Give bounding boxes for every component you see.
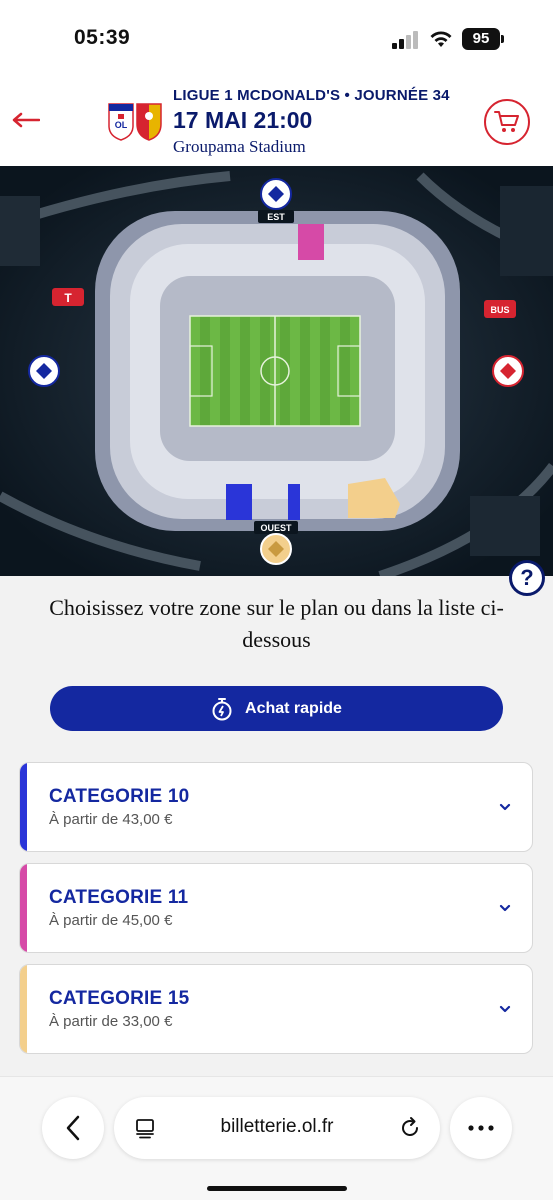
battery-tip [501,35,504,43]
category-card-10[interactable]: CATEGORIE 10 À partir de 43,00 € [19,762,533,852]
cart-icon [494,111,519,132]
cellular-signal-icon [392,31,418,49]
reload-icon[interactable] [398,1116,422,1140]
category-card-11[interactable]: CATEGORIE 11 À partir de 45,00 € [19,863,533,953]
chevron-left-icon [66,1115,80,1141]
battery-indicator: 95 [462,28,500,50]
tram-label: T [64,291,72,305]
address-bar[interactable]: billetterie.ol.fr [114,1097,440,1159]
match-venue: Groupama Stadium [173,137,306,156]
zone-categorie-10-a[interactable] [226,484,252,520]
arrow-left-icon [12,112,40,128]
category-name: CATEGORIE 10 [49,786,190,807]
match-league: LIGUE 1 MCDONALD'S • JOURNÉE 34 [173,87,450,104]
instruction-text: Choisissez votre zone sur le plan ou dan… [49,595,504,652]
category-price: À partir de 45,00 € [49,912,173,929]
chevron-down-icon [499,904,511,912]
browser-toolbar: billetterie.ol.fr [0,1076,553,1200]
ouest-label: OUEST [260,523,292,533]
category-name: CATEGORIE 11 [49,887,189,908]
category-color-bar [20,763,27,851]
match-date: 17 MAI 21:00 [173,107,313,133]
stadium-map-graphic: EST OUEST T BUS [0,166,553,576]
url-text[interactable]: billetterie.ol.fr [114,1116,440,1138]
event-header: OL LIGUE 1 MCDONALD'S • JOURNÉE 34 17 MA… [0,80,553,166]
chevron-down-icon [499,1005,511,1013]
wifi-icon [430,31,452,47]
quick-buy-label: Achat rapide [245,699,342,717]
back-button[interactable] [10,104,42,136]
category-card-15[interactable]: CATEGORIE 15 À partir de 33,00 € [19,964,533,1054]
zone-categorie-11[interactable] [298,224,324,260]
more-options-button[interactable] [450,1097,512,1159]
stadium-map[interactable]: EST OUEST T BUS [0,166,553,576]
est-label: EST [267,212,285,222]
status-bar: 05:39 95 [0,0,553,80]
status-time: 05:39 [74,26,131,49]
home-indicator [207,1186,347,1191]
chevron-down-icon [499,803,511,811]
category-name: CATEGORIE 15 [49,988,190,1009]
bus-label: BUS [490,305,509,315]
zone-categorie-10-b[interactable] [288,484,300,520]
svg-text:OL: OL [115,120,128,130]
more-dots-icon [468,1125,494,1131]
category-color-bar [20,864,27,952]
browser-back-button[interactable] [42,1097,104,1159]
category-price: À partir de 43,00 € [49,811,173,828]
category-price: À partir de 33,00 € [49,1013,173,1030]
category-color-bar [20,965,27,1053]
help-button[interactable]: ? [509,560,545,596]
stopwatch-icon [212,697,232,720]
cart-button[interactable] [484,99,530,145]
quick-buy-button[interactable]: Achat rapide [50,686,503,731]
team-logos: OL [108,103,162,141]
